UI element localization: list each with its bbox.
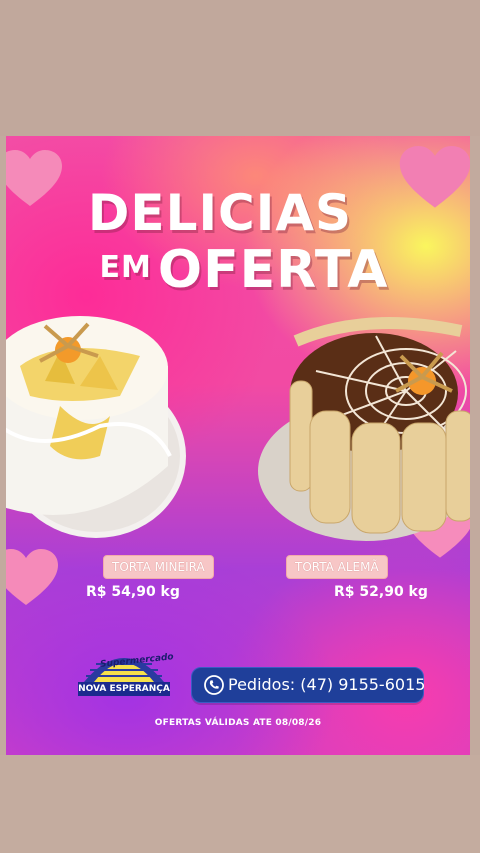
phone-icon bbox=[204, 675, 224, 695]
order-phone-text: Pedidos: (47) 9155-6015 bbox=[228, 675, 426, 694]
story-top-background bbox=[0, 0, 480, 136]
product-name-torta-alema: TORTA ALEMÃ bbox=[286, 555, 388, 579]
headline-line-1: DELICIAS bbox=[87, 184, 353, 242]
order-phone-button[interactable]: Pedidos: (47) 9155-6015 bbox=[191, 667, 426, 703]
store-logo: Supermercado NOVA ESPERANÇA bbox=[76, 636, 174, 706]
offer-validity: OFERTAS VÁLIDAS ATE 08/08/26 bbox=[154, 718, 322, 728]
torta-alema-image bbox=[258, 317, 470, 541]
promo-flyer: DELICIAS EM OFERTA TORTA MINEIRA R$ 54,9… bbox=[6, 136, 470, 755]
product-price-torta-mineira: R$ 54,90 kg bbox=[86, 584, 180, 600]
story-bottom-background bbox=[0, 755, 480, 853]
headline-line-2: EM OFERTA bbox=[12, 240, 470, 300]
product-name-torta-mineira: TORTA MINEIRA bbox=[103, 555, 214, 579]
headline-em: EM bbox=[99, 250, 152, 285]
torta-mineira-image bbox=[6, 316, 186, 538]
logo-line-2: NOVA ESPERANÇA bbox=[78, 682, 170, 696]
product-price-torta-alema: R$ 52,90 kg bbox=[334, 584, 428, 600]
headline-oferta: OFERTA bbox=[157, 240, 389, 300]
